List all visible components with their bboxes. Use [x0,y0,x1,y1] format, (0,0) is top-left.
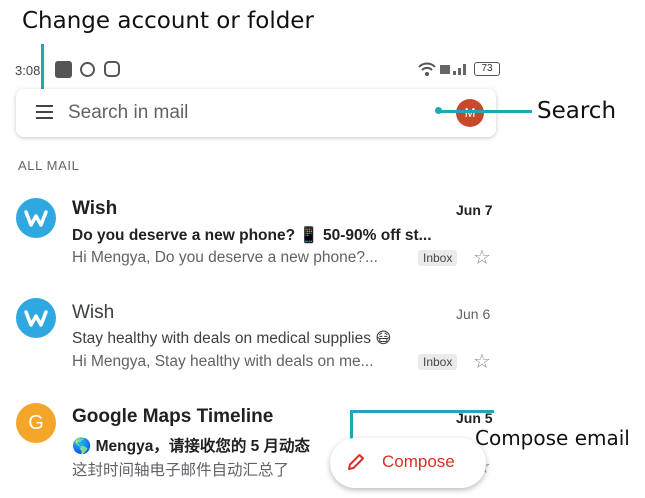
email-subject: Stay healthy with deals on medical suppl… [72,330,392,347]
email-date: Jun 6 [456,306,491,322]
search-input[interactable]: Search in mail [68,102,188,124]
battery-icon: 73 [474,62,500,76]
email-subject: Do you deserve a new phone? 📱 50-90% off… [72,227,432,244]
inbox-label: Inbox [418,250,458,266]
section-all-mail: ALL MAIL [18,158,80,173]
instagram-icon [104,61,120,77]
email-snippet: Hi Mengya, Do you deserve a new phone?..… [72,249,378,266]
wish-logo-icon [16,198,56,238]
email-date: Jun 7 [456,202,493,218]
avatar-g: G [16,403,56,443]
compose-button[interactable]: Compose [330,438,486,488]
notification-icon [55,61,72,78]
status-time: 3:08 [15,63,41,78]
menu-icon[interactable] [36,105,53,119]
callout-line-search [440,110,532,113]
email-sender: Wish [72,302,115,323]
email-snippet: 这封时间轴电子邮件自动汇总了 [72,462,290,479]
battery-level: 73 [481,63,493,74]
account-avatar[interactable]: M [456,99,484,127]
star-icon[interactable]: ☆ [473,349,491,374]
email-row[interactable]: Wish Jun 7 Do you deserve a new phone? 📱… [0,190,520,290]
email-sender: Google Maps Timeline [72,406,274,427]
callout-compose: Compose email [475,426,630,450]
callout-line-compose-horizontal [350,410,494,413]
email-subject: 🌎 Mengya，请接收您的 5 月动态 [72,438,311,455]
email-row[interactable]: Wish Jun 6 Stay healthy with deals on me… [0,294,520,394]
signal-icon [440,62,470,76]
compose-label: Compose [382,452,455,471]
camera-icon [80,62,95,77]
wifi-icon [418,60,436,78]
search-bar[interactable]: Search in mail M [16,89,496,137]
email-snippet: Hi Mengya, Stay healthy with deals on me… [72,353,374,370]
inbox-label: Inbox [418,354,458,370]
callout-search: Search [537,98,617,124]
wish-logo-icon [16,298,56,338]
star-icon[interactable]: ☆ [473,245,491,270]
email-sender: Wish [72,198,118,219]
callout-change-account: Change account or folder [22,8,314,34]
pencil-icon [346,452,366,472]
